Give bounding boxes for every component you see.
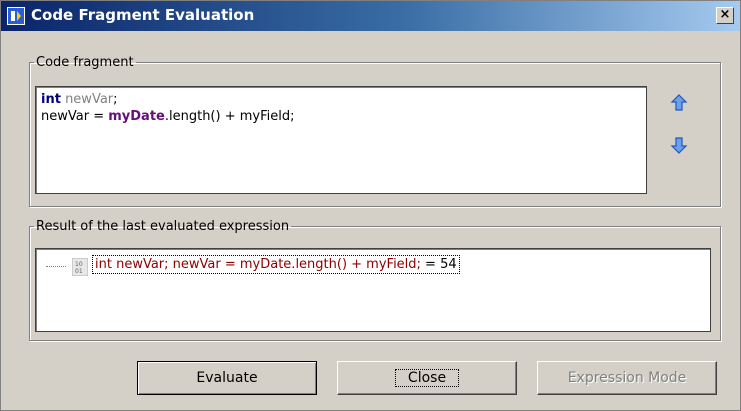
down-arrow-icon[interactable]: [669, 135, 689, 155]
code-line-2: newVar = myDate.length() + myField;: [36, 108, 646, 125]
evaluate-button-label: Evaluate: [196, 370, 258, 386]
result-row[interactable]: int newVar; newVar = myDate.length() + m…: [92, 255, 460, 274]
code-field: myDate: [108, 109, 165, 124]
code-eval-app-icon: [7, 7, 25, 25]
expression-mode-button-label: Expression Mode: [567, 370, 687, 386]
code-variable: newVar: [60, 92, 114, 107]
expression-mode-button[interactable]: Expression Mode: [537, 361, 717, 395]
close-button[interactable]: Close: [337, 361, 517, 395]
number-value-icon: 10 01: [72, 258, 88, 276]
code-keyword: int: [41, 92, 61, 107]
tree-connector: [46, 266, 66, 267]
result-tree[interactable]: 10 01 int newVar; newVar = myDate.length…: [35, 248, 711, 332]
code-assignment: newVar =: [41, 109, 109, 124]
result-expression: int newVar; newVar = myDate.length() + m…: [95, 257, 421, 272]
code-fragment-editor[interactable]: int newVar; newVar = myDate.length() + m…: [35, 86, 647, 194]
close-window-button[interactable]: ×: [716, 7, 734, 24]
code-expression-tail: .length() + myField;: [164, 109, 295, 124]
close-button-label: Close: [394, 369, 460, 387]
svg-text:10: 10: [75, 261, 83, 268]
dialog-window: Code Fragment Evaluation × Code fragment…: [0, 0, 741, 411]
result-value: = 54: [420, 257, 457, 272]
result-legend: Result of the last evaluated expression: [36, 219, 290, 234]
code-fragment-legend: Code fragment: [36, 55, 134, 70]
up-arrow-icon[interactable]: [669, 93, 689, 113]
close-icon: ×: [719, 7, 731, 22]
dialog-title: Code Fragment Evaluation: [31, 6, 255, 24]
code-semicolon: ;: [113, 92, 118, 107]
title-bar[interactable]: Code Fragment Evaluation ×: [1, 1, 740, 31]
evaluate-button[interactable]: Evaluate: [137, 361, 317, 395]
svg-text:01: 01: [75, 268, 83, 275]
code-line-1: int newVar;: [36, 87, 646, 108]
